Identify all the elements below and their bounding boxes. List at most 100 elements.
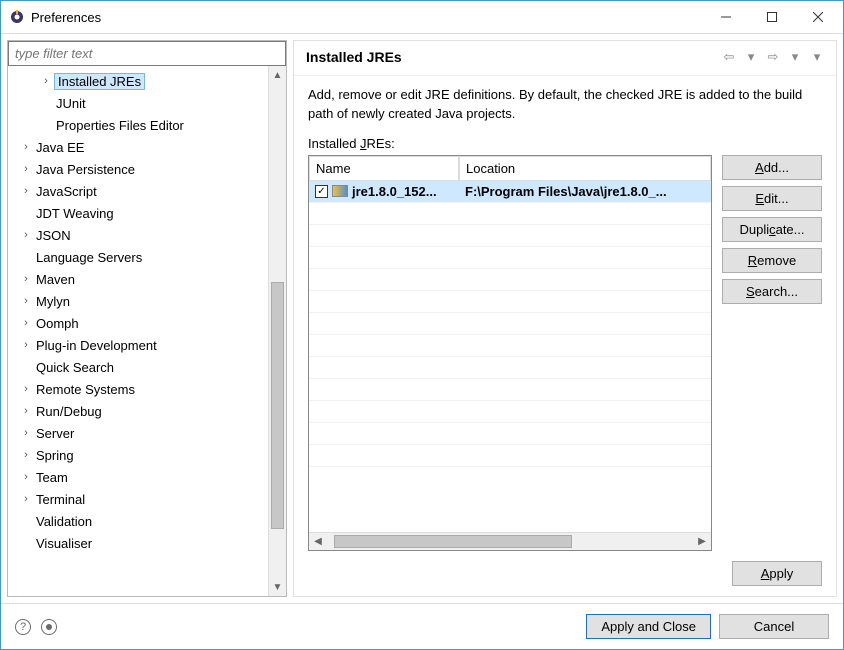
tree-item[interactable]: JUnit (12, 92, 268, 114)
hscroll-thumb[interactable] (334, 535, 572, 548)
expand-icon[interactable]: › (20, 273, 32, 285)
expand-icon[interactable]: › (20, 427, 32, 439)
duplicate-button[interactable]: Duplicate... (722, 217, 822, 242)
forward-icon[interactable]: ⇨ (764, 49, 782, 65)
tree-item-label: Validation (34, 514, 94, 529)
scroll-thumb[interactable] (271, 282, 284, 529)
tree-item-label: Java Persistence (34, 162, 137, 177)
page-title: Installed JREs (306, 49, 720, 65)
left-panel: ›Installed JREsJUnitProperties Files Edi… (7, 40, 287, 597)
apply-and-close-button[interactable]: Apply and Close (586, 614, 711, 639)
expand-icon[interactable]: › (20, 449, 32, 461)
tree-item[interactable]: Language Servers (12, 246, 268, 268)
scroll-left-icon[interactable]: ◀ (309, 533, 327, 550)
expand-icon[interactable]: › (20, 405, 32, 417)
scroll-up-icon[interactable]: ▲ (269, 66, 286, 84)
apply-button[interactable]: Apply (732, 561, 822, 586)
cancel-button[interactable]: Cancel (719, 614, 829, 639)
scroll-down-icon[interactable]: ▼ (269, 578, 286, 596)
tree-item[interactable]: ›Mylyn (12, 290, 268, 312)
jre-table[interactable]: Name Location ✓jre1.8.0_152...F:\Program… (308, 155, 712, 551)
tree-item[interactable]: ›Terminal (12, 488, 268, 510)
remove-button[interactable]: Remove (722, 248, 822, 273)
jre-checkbox[interactable]: ✓ (315, 185, 328, 198)
table-row[interactable] (309, 401, 711, 423)
tree-item[interactable]: Validation (12, 510, 268, 532)
table-row[interactable] (309, 313, 711, 335)
add-button[interactable]: Add... (722, 155, 822, 180)
expand-icon[interactable]: › (20, 471, 32, 483)
tree-item[interactable]: Visualiser (12, 532, 268, 554)
tree-item[interactable]: ›Team (12, 466, 268, 488)
tree-item-label: Quick Search (34, 360, 116, 375)
tree-item[interactable]: JDT Weaving (12, 202, 268, 224)
table-row[interactable] (309, 269, 711, 291)
expand-icon[interactable]: › (20, 317, 32, 329)
tree-item[interactable]: ›Server (12, 422, 268, 444)
expand-icon[interactable]: › (20, 141, 32, 153)
import-export-icon[interactable] (41, 619, 57, 635)
expand-icon[interactable]: › (20, 229, 32, 241)
tree-item-label: JSON (34, 228, 73, 243)
tree-item[interactable]: ›Run/Debug (12, 400, 268, 422)
tree-item-label: Visualiser (34, 536, 94, 551)
table-row[interactable] (309, 335, 711, 357)
search-button[interactable]: Search... (722, 279, 822, 304)
forward-menu-icon[interactable]: ▾ (786, 49, 804, 65)
tree-item-label: JavaScript (34, 184, 99, 199)
tree-item[interactable]: ›Java EE (12, 136, 268, 158)
installed-jres-label: Installed JREs: (294, 130, 836, 155)
table-row[interactable] (309, 357, 711, 379)
scroll-right-icon[interactable]: ▶ (693, 533, 711, 550)
table-row[interactable] (309, 379, 711, 401)
table-row[interactable] (309, 203, 711, 225)
tree-item-label: Properties Files Editor (54, 118, 186, 133)
edit-button[interactable]: Edit... (722, 186, 822, 211)
expand-icon[interactable]: › (20, 383, 32, 395)
tree-item[interactable]: ›Java Persistence (12, 158, 268, 180)
column-location[interactable]: Location (459, 156, 711, 181)
tree-item-label: Terminal (34, 492, 87, 507)
column-name[interactable]: Name (309, 156, 459, 181)
preferences-tree[interactable]: ›Installed JREsJUnitProperties Files Edi… (8, 66, 268, 596)
minimize-button[interactable] (703, 2, 749, 32)
tree-item[interactable]: Quick Search (12, 356, 268, 378)
tree-item[interactable]: ›JavaScript (12, 180, 268, 202)
expand-icon[interactable]: › (20, 185, 32, 197)
page-description: Add, remove or edit JRE definitions. By … (294, 76, 836, 130)
jre-icon (332, 185, 348, 197)
table-row[interactable] (309, 445, 711, 467)
tree-item[interactable]: ›Remote Systems (12, 378, 268, 400)
tree-scrollbar[interactable]: ▲ ▼ (268, 66, 286, 596)
view-menu-icon[interactable]: ▾ (808, 49, 826, 65)
expand-icon[interactable]: › (40, 75, 52, 87)
table-row[interactable]: ✓jre1.8.0_152...F:\Program Files\Java\jr… (309, 181, 711, 203)
table-row[interactable] (309, 291, 711, 313)
tree-item-label: Spring (34, 448, 76, 463)
back-icon[interactable]: ⇦ (720, 49, 738, 65)
expand-icon[interactable]: › (20, 163, 32, 175)
tree-item-label: Installed JREs (54, 73, 145, 90)
table-row[interactable] (309, 225, 711, 247)
table-row[interactable] (309, 247, 711, 269)
titlebar: Preferences (1, 1, 843, 33)
tree-item[interactable]: ›Maven (12, 268, 268, 290)
tree-item[interactable]: ›Spring (12, 444, 268, 466)
table-row[interactable] (309, 423, 711, 445)
tree-item[interactable]: Properties Files Editor (12, 114, 268, 136)
tree-item[interactable]: ›Oomph (12, 312, 268, 334)
back-menu-icon[interactable]: ▾ (742, 49, 760, 65)
jre-location: F:\Program Files\Java\jre1.8.0_... (459, 184, 711, 199)
tree-item[interactable]: ›JSON (12, 224, 268, 246)
table-hscroll[interactable]: ◀ ▶ (309, 532, 711, 550)
help-icon[interactable]: ? (15, 619, 31, 635)
tree-item-label: Team (34, 470, 70, 485)
maximize-button[interactable] (749, 2, 795, 32)
tree-item[interactable]: ›Installed JREs (12, 70, 268, 92)
expand-icon[interactable]: › (20, 295, 32, 307)
expand-icon[interactable]: › (20, 339, 32, 351)
expand-icon[interactable]: › (20, 493, 32, 505)
filter-input[interactable] (8, 41, 286, 66)
tree-item[interactable]: ›Plug-in Development (12, 334, 268, 356)
close-button[interactable] (795, 2, 841, 32)
